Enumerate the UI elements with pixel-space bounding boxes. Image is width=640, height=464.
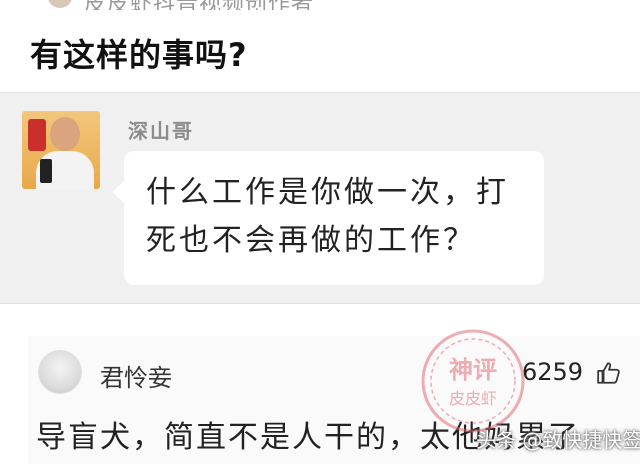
- quoted-post-card[interactable]: 深山哥 什么工作是你做一次，打死也不会再做的工作？: [0, 92, 640, 304]
- avatar-head: [50, 117, 80, 151]
- thumbs-up-icon[interactable]: [596, 360, 622, 386]
- author-label: 皮皮虾抖音视频创作者: [84, 0, 314, 10]
- hot-comment-stamp: 神评 皮皮虾: [421, 329, 525, 433]
- stamp-line2: 皮皮虾: [449, 389, 497, 408]
- author-avatar[interactable]: [48, 0, 72, 8]
- like-count: 6259: [522, 358, 584, 386]
- commenter-avatar[interactable]: [38, 350, 82, 394]
- phone-icon: [40, 159, 52, 183]
- author-bar: 皮皮虾抖音视频创作者: [0, 0, 640, 10]
- post-title: 有这样的事吗?: [30, 36, 248, 74]
- source-watermark: 头条 @致快捷快签收: [476, 428, 640, 452]
- stamp-line1: 神评: [449, 356, 497, 384]
- seal-decoration: [28, 119, 46, 151]
- commenter-username[interactable]: 君怜妾: [100, 358, 172, 393]
- quoted-message: 什么工作是你做一次，打死也不会再做的工作？: [146, 175, 509, 258]
- quoted-username[interactable]: 深山哥: [128, 115, 194, 144]
- quoted-user-avatar[interactable]: [22, 111, 100, 189]
- speech-bubble: 什么工作是你做一次，打死也不会再做的工作？: [112, 151, 544, 285]
